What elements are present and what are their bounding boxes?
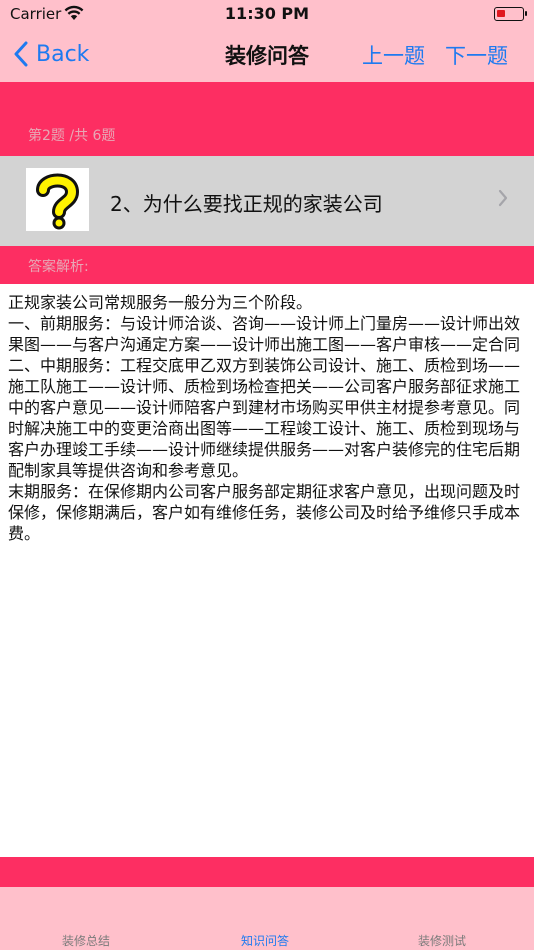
back-label: Back (36, 41, 90, 67)
navigation-bar: Back 装修问答 上一题 下一题 (0, 28, 534, 82)
prev-question-button[interactable]: 上一题 (362, 40, 425, 70)
battery-icon (494, 7, 527, 21)
tab-summary[interactable]: 装修总结 (62, 932, 110, 949)
question-row[interactable]: 2、为什么要找正规的家装公司 (0, 156, 534, 246)
answer-text: 正规家装公司常规服务一般分为三个阶段。 一、前期服务：与设计师洽谈、咨询——设计… (8, 293, 521, 543)
tab-test[interactable]: 装修测试 (418, 932, 466, 949)
next-question-button[interactable]: 下一题 (445, 40, 508, 70)
bottom-band (0, 857, 534, 887)
status-time: 11:30 PM (224, 4, 310, 23)
question-counter: 第2题 /共 6题 (28, 128, 116, 144)
app-screen: Carrier 11:30 PM Back 装修问答 上一题 下一题 第2题 /… (0, 0, 534, 950)
tab-bar: 装修总结 知识问答 装修测试 (0, 887, 534, 950)
status-bar: Carrier 11:30 PM (0, 0, 534, 28)
chevron-left-icon (14, 41, 28, 67)
back-button[interactable]: Back (14, 38, 89, 70)
answer-label: 答案解析: (28, 259, 89, 275)
tab-qa[interactable]: 知识问答 (241, 932, 289, 949)
chevron-right-icon (498, 189, 508, 207)
question-mark-icon (26, 168, 89, 231)
top-bar: Carrier 11:30 PM Back 装修问答 上一题 下一题 (0, 0, 534, 82)
question-text: 2、为什么要找正规的家装公司 (110, 192, 383, 216)
